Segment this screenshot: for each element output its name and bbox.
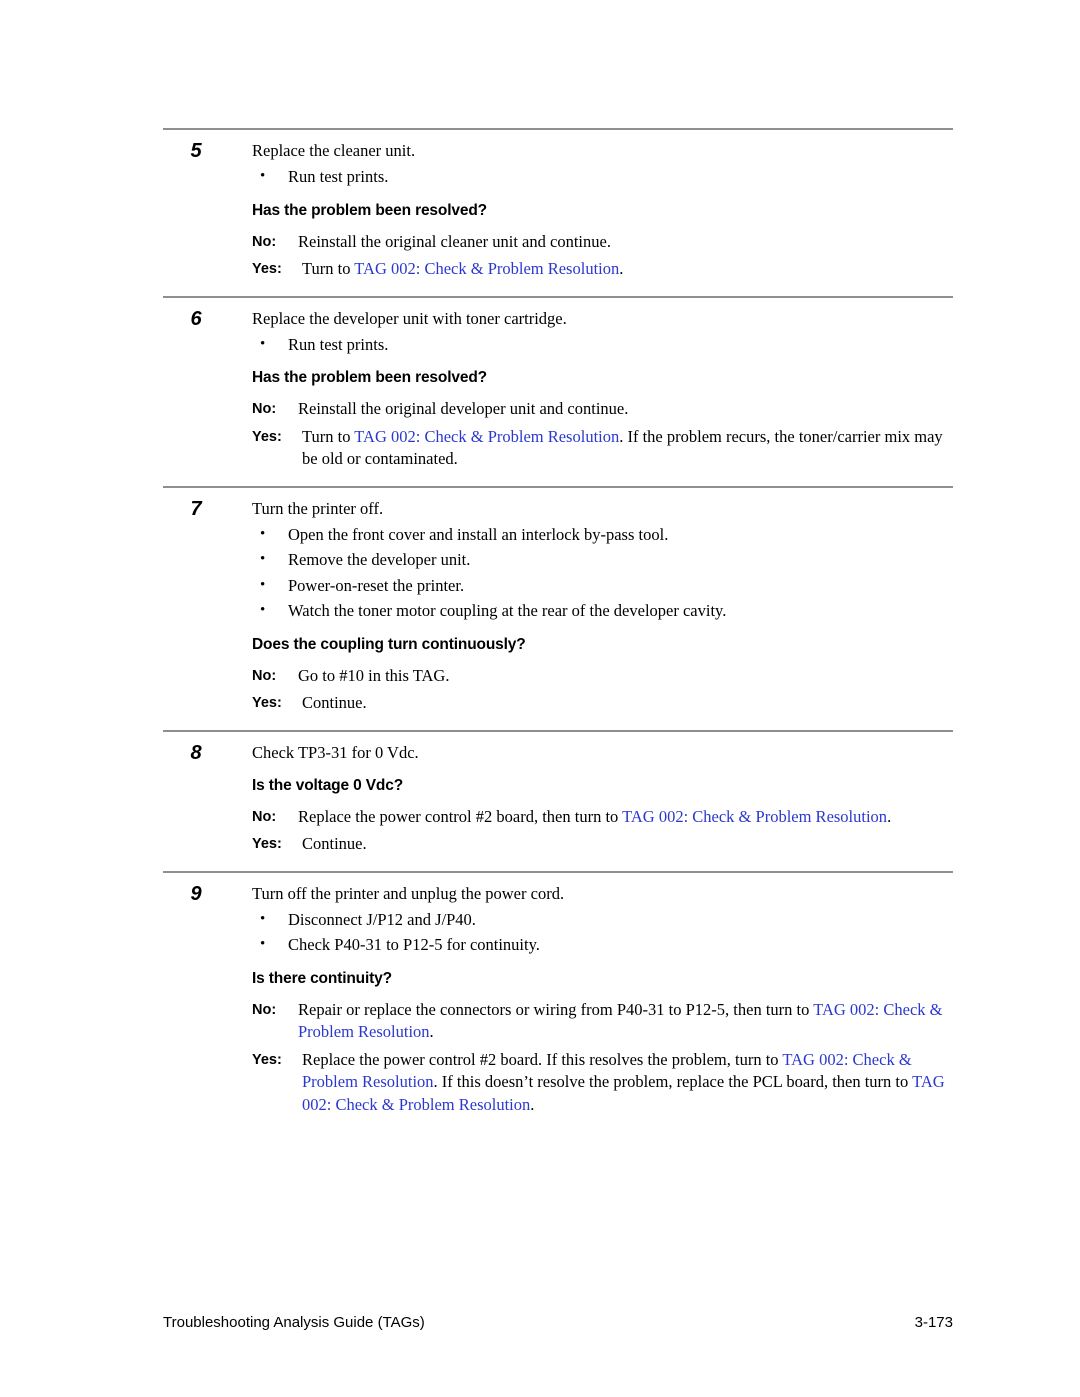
bullet-text: Run test prints. xyxy=(288,167,389,186)
procedure-step: 8 Check TP3-31 for 0 Vdc. Is the voltage 0… xyxy=(163,729,953,871)
step-answer: No: Replace the power control #2 board, t… xyxy=(252,806,949,829)
step-answer: No: Reinstall the original cleaner unit a… xyxy=(252,231,949,254)
answer-text: Go to #10 in this TAG. xyxy=(298,665,450,685)
bullet-point-icon: • xyxy=(260,910,266,927)
bullet-point-icon: • xyxy=(260,936,266,952)
procedure-step-list: 5 Replace the cleaner unit. • Run test prin… xyxy=(163,128,953,1131)
answer-label: Yes: xyxy=(252,695,282,711)
answer-text: Turn to xyxy=(302,259,355,278)
step-answer: No: Repair or replace the connectors or w… xyxy=(252,999,949,1044)
answer-text: Turn to xyxy=(302,426,355,446)
answer-text: Reinstall the original cleaner unit and … xyxy=(298,231,611,251)
step-answer: No: Reinstall the original developer unit… xyxy=(252,398,949,421)
step-bullet-item: • Open the front cover and install an int… xyxy=(252,522,949,548)
bullet-text: Open the front cover and install an inte… xyxy=(288,524,669,544)
bullet-text: Remove the developer unit. xyxy=(288,550,471,569)
step-bullet-list: • Open the front cover and install an int… xyxy=(252,522,949,624)
step-bullet-item: • Check P40-31 to P12-5 for continuity. xyxy=(252,932,949,958)
answer-text: Continue. xyxy=(302,693,367,712)
step-question: Has the problem been resolved? xyxy=(252,201,487,219)
bullet-text: Disconnect J/P12 and J/P40. xyxy=(288,909,476,929)
answer-label: Yes: xyxy=(252,261,282,277)
step-bullet-list: • Disconnect J/P12 and J/P40. • Check P40-3… xyxy=(252,907,949,958)
bullet-text: Check P40-31 to P12-5 for continuity. xyxy=(288,935,540,954)
procedure-step: 9 Turn off the printer and unplug the pow… xyxy=(163,870,953,1132)
bullet-point-icon: • xyxy=(260,576,266,593)
answer-label: No: xyxy=(252,667,277,684)
bullet-text: Power-on-reset the printer. xyxy=(288,575,465,595)
step-bullet-item: • Run test prints. xyxy=(252,332,949,358)
step-bullet-item: • Disconnect J/P12 and J/P40. xyxy=(252,907,949,933)
step-number: 9 xyxy=(190,882,202,905)
tag-cross-reference-link[interactable]: TAG 002: Check & Problem Resolution xyxy=(622,807,887,826)
tag-cross-reference-link[interactable]: TAG 002: Check & Problem Resolution xyxy=(354,259,619,278)
answer-label: No: xyxy=(252,233,277,250)
answer-label: No: xyxy=(252,401,277,417)
step-bullet-item: • Power-on-reset the printer. xyxy=(252,573,949,599)
step-question: Has the problem been resolved? xyxy=(252,369,487,386)
step-answer: Yes: Turn to TAG 002: Check & Problem Res… xyxy=(252,258,949,281)
step-answer: No: Go to #10 in this TAG. xyxy=(252,665,949,688)
bullet-point-icon: • xyxy=(260,551,266,567)
step-bullet-item: • Run test prints. xyxy=(252,164,949,190)
step-question: Is the voltage 0 Vdc? xyxy=(252,776,404,794)
page-canvas: 5 Replace the cleaner unit. • Run test prin… xyxy=(0,0,1080,1397)
answer-label: Yes: xyxy=(252,1051,282,1068)
bullet-text: Watch the toner motor coupling at the re… xyxy=(288,601,727,620)
step-body: Replace the cleaner unit. • Run test print… xyxy=(252,138,953,281)
tag-cross-reference-link[interactable]: TAG 002: Check & Problem Resolution xyxy=(354,427,619,446)
step-body: Replace the developer unit with toner ca… xyxy=(252,306,953,471)
bullet-point-icon: • xyxy=(260,168,266,184)
step-answer: Yes: Continue. xyxy=(252,833,949,856)
page-footer: Troubleshooting Analysis Guide (TAGs) 3-… xyxy=(163,1312,953,1334)
step-instruction: Replace the cleaner unit. xyxy=(252,141,416,160)
answer-text: Reinstall the original developer unit an… xyxy=(298,399,629,418)
answer-label: Yes: xyxy=(252,836,282,852)
step-body: Check TP3-31 for 0 Vdc. Is the voltage 0 … xyxy=(252,740,953,856)
step-body: Turn off the printer and unplug the powe… xyxy=(252,881,953,1117)
step-answer: Yes: Turn to TAG 002: Check & Problem Res… xyxy=(252,426,949,471)
answer-text: . xyxy=(530,1094,535,1114)
procedure-step: 7 Turn the printer off. • Open the front co… xyxy=(163,485,953,730)
answer-text: Replace the power control #2 board, then… xyxy=(298,806,623,826)
step-bullet-list: • Run test prints. xyxy=(252,164,949,190)
step-instruction: Replace the developer unit with toner ca… xyxy=(252,308,567,328)
answer-text: Replace the power control #2 board. If t… xyxy=(302,1049,783,1069)
step-number: 7 xyxy=(190,497,202,520)
step-bullet-item: • Remove the developer unit. xyxy=(252,547,949,573)
answer-label: No: xyxy=(252,808,277,825)
bullet-text: Run test prints. xyxy=(288,334,389,354)
answer-text: . xyxy=(619,259,624,278)
answer-text: . If this doesn’t resolve the problem, r… xyxy=(433,1072,913,1091)
answer-text: . xyxy=(429,1022,434,1041)
step-answer: Yes: Replace the power control #2 board. … xyxy=(252,1049,949,1117)
answer-text: Repair or replace the connectors or wiri… xyxy=(298,999,814,1019)
step-instruction: Turn the printer off. xyxy=(252,498,384,518)
procedure-step: 6 Replace the developer unit with toner c… xyxy=(163,295,953,486)
step-number: 6 xyxy=(190,307,202,330)
step-number: 5 xyxy=(190,140,202,162)
bullet-point-icon: • xyxy=(260,335,266,352)
step-bullet-list: • Run test prints. xyxy=(252,332,949,358)
step-number: 8 xyxy=(190,741,202,764)
step-question: Is there continuity? xyxy=(252,969,392,987)
step-bullet-item: • Watch the toner motor coupling at the r… xyxy=(252,598,949,624)
footer-page-number: 3-173 xyxy=(914,1314,953,1331)
footer-guide-title: Troubleshooting Analysis Guide (TAGs) xyxy=(163,1314,425,1331)
answer-text: . xyxy=(887,806,892,826)
bullet-point-icon: • xyxy=(260,525,266,542)
answer-label: No: xyxy=(252,1001,277,1018)
bullet-point-icon: • xyxy=(260,602,266,618)
step-instruction: Check TP3-31 for 0 Vdc. xyxy=(252,742,419,762)
step-body: Turn the printer off. • Open the front cov… xyxy=(252,496,953,715)
procedure-step: 5 Replace the cleaner unit. • Run test prin… xyxy=(163,128,953,296)
step-answer: Yes: Continue. xyxy=(252,692,949,715)
step-instruction: Turn off the printer and unplug the powe… xyxy=(252,883,565,903)
answer-label: Yes: xyxy=(252,428,282,445)
answer-text: Continue. xyxy=(302,834,367,853)
step-question: Does the coupling turn continuously? xyxy=(252,635,526,653)
